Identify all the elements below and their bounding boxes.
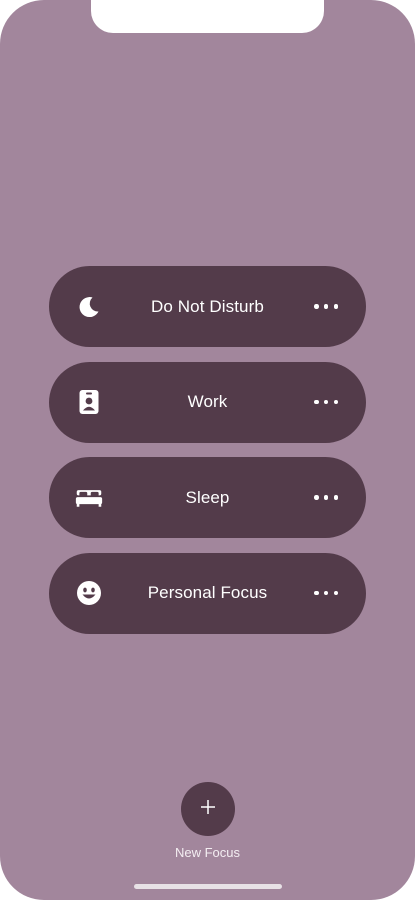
smiley-icon [75, 579, 103, 607]
more-options-icon[interactable] [314, 488, 338, 508]
focus-item-label: Do Not Disturb [151, 296, 264, 316]
more-options-icon[interactable] [314, 583, 338, 603]
more-options-icon[interactable] [314, 392, 338, 412]
new-focus-button[interactable] [181, 782, 235, 836]
id-badge-icon [75, 388, 103, 416]
new-focus-label: New Focus [174, 845, 241, 860]
plus-icon [200, 799, 216, 820]
bed-icon [75, 484, 103, 512]
focus-item-personal-focus[interactable]: Personal Focus [49, 552, 366, 634]
focus-screen: Do Not Disturb Work Sleep Personal Focus… [0, 0, 415, 900]
focus-item-sleep[interactable]: Sleep [49, 457, 366, 538]
focus-item-label: Sleep [185, 487, 230, 507]
moon-icon [75, 293, 103, 321]
home-indicator[interactable] [134, 884, 282, 889]
device-notch [91, 0, 324, 33]
focus-item-do-not-disturb[interactable]: Do Not Disturb [49, 266, 366, 347]
focus-mode-list: Do Not Disturb Work Sleep Personal Focus [49, 266, 366, 648]
focus-item-label: Personal Focus [147, 583, 268, 602]
more-options-icon[interactable] [314, 297, 338, 317]
focus-item-label: Work [187, 392, 228, 411]
focus-item-work[interactable]: Work [49, 361, 366, 443]
